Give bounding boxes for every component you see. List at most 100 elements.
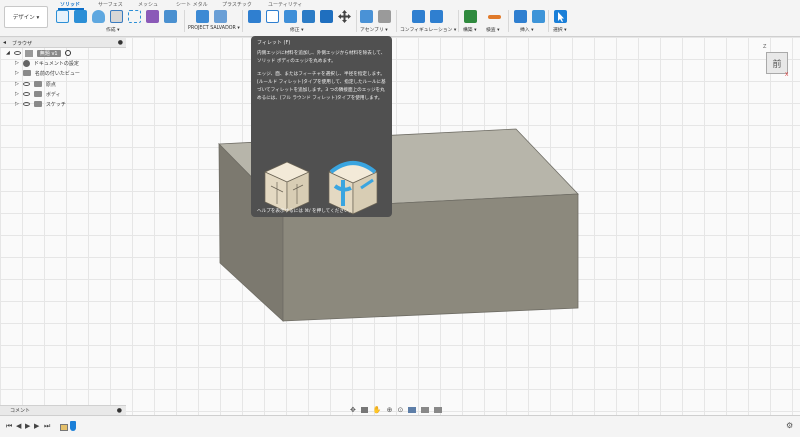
revolve-icon[interactable] (110, 10, 123, 23)
browser-item[interactable]: ▷ 名前の付いたビュー (0, 68, 126, 78)
toolbar-divider (548, 10, 549, 32)
settings-gear-icon (22, 59, 30, 67)
group-insert-label[interactable]: 挿入 ▾ (520, 26, 534, 33)
visibility-icon[interactable] (22, 102, 30, 106)
comments-panel[interactable]: コメント ● (0, 405, 126, 415)
browser-panel-header[interactable]: ◂ ブラウザ ● (0, 38, 126, 48)
go-to-end-icon[interactable]: ⏭ (44, 422, 50, 431)
play-icon[interactable]: ▶ (25, 422, 30, 430)
new-component-icon[interactable] (56, 10, 69, 23)
tab-sheet-metal[interactable]: シート メタル (176, 1, 208, 8)
visibility-icon[interactable] (13, 51, 21, 55)
active-radio-icon[interactable] (64, 50, 71, 56)
timeline-settings-gear-icon[interactable]: ⚙ (786, 421, 793, 430)
move-copy-icon[interactable] (338, 10, 351, 23)
browser-item-label: ドキュメントの設定 (33, 60, 79, 67)
timeline-feature-icon[interactable] (60, 424, 68, 431)
insert-derive-icon[interactable] (514, 10, 527, 23)
configure-rules-icon[interactable] (430, 10, 443, 23)
fillet-icon[interactable] (266, 10, 279, 23)
folder-icon (22, 70, 31, 76)
view-cube-front-face[interactable]: 前 (766, 52, 788, 74)
visibility-icon[interactable] (22, 92, 30, 96)
tooltip-description: 内側エッジに材料を追加し、外側エッジから材料を除去して、ソリッド ボディのエッジ… (257, 51, 386, 64)
timeline-marker[interactable] (70, 421, 76, 431)
tab-solid[interactable]: ソリッド (60, 1, 80, 8)
orbit-icon[interactable]: ✥ (350, 406, 356, 414)
expand-icon[interactable]: ▷ (15, 60, 19, 66)
offset-plane-icon[interactable] (464, 10, 477, 23)
group-select-label[interactable]: 選択 ▾ (553, 26, 567, 33)
pan-icon[interactable]: ✋ (373, 406, 382, 414)
browser-item[interactable]: ▷ ボディ (0, 89, 126, 99)
pin-icon[interactable]: ● (118, 39, 123, 46)
display-settings-icon[interactable] (408, 406, 417, 413)
browser-item-label: 原点 (45, 81, 56, 88)
combine-icon[interactable] (320, 10, 333, 23)
comments-label: コメント (10, 408, 31, 414)
go-to-start-icon[interactable]: ⏮ (6, 422, 12, 431)
group-create-label[interactable]: 作成 ▾ (106, 26, 120, 33)
toolbar-divider (242, 10, 243, 32)
expand-icon[interactable]: ▷ (15, 70, 19, 76)
loft-icon[interactable] (146, 10, 159, 23)
visibility-icon[interactable] (22, 82, 30, 86)
browser-item[interactable]: ▷ スケッチ (0, 99, 126, 109)
zoom-icon[interactable]: ⊕ (387, 406, 393, 414)
press-pull-icon[interactable] (248, 10, 261, 23)
toolbar-divider (396, 10, 397, 32)
toolbar-divider (356, 10, 357, 32)
tab-mesh[interactable]: メッシュ (138, 1, 158, 8)
automate-icon[interactable] (196, 10, 209, 23)
extrude-icon[interactable] (92, 10, 105, 23)
document-icon (24, 49, 33, 57)
timeline-bar: ⏮ ◀ ▶ ▶ ⏭ ⚙ (0, 415, 800, 437)
tab-utility[interactable]: ユーティリティ (268, 1, 302, 8)
axis-x-label: X (785, 72, 789, 78)
grid-settings-icon[interactable] (421, 406, 430, 413)
tooltip-help-hint: ヘルプを表示するには ⌘/ を押してください。 (257, 209, 354, 214)
toolbar: デザイン ▾ ソリッド サーフェス メッシュ シート メタル プラスチック ユー… (0, 0, 800, 37)
select-icon[interactable] (554, 10, 567, 23)
insert-canvas-icon[interactable] (532, 10, 545, 23)
fit-icon[interactable]: ⊙ (397, 406, 403, 414)
workspace-switcher[interactable]: デザイン ▾ (4, 6, 48, 28)
toolbar-divider (508, 10, 509, 32)
joint-icon[interactable] (378, 10, 391, 23)
group-inspect-label[interactable]: 検査 ▾ (486, 26, 500, 33)
chamfer-icon[interactable] (284, 10, 297, 23)
step-back-icon[interactable]: ◀ (16, 422, 21, 430)
shell-icon[interactable] (302, 10, 315, 23)
folder-icon (33, 101, 42, 107)
browser-root[interactable]: ◢ 無題 v1 (0, 48, 126, 58)
folder-icon (33, 91, 42, 97)
toolbar-divider (458, 10, 459, 32)
group-assemble-label[interactable]: アセンブリ ▾ (360, 26, 388, 33)
create-sketch-icon[interactable] (74, 10, 87, 23)
tab-plastic[interactable]: プラスチック (222, 1, 252, 8)
expand-icon[interactable]: ▷ (15, 91, 19, 97)
group-automate-label[interactable]: PROJECT SALVADOR ▾ (188, 26, 240, 31)
pattern-icon[interactable] (164, 10, 177, 23)
add-comment-icon[interactable]: ● (117, 407, 122, 414)
view-cube[interactable]: Z 前 X (763, 44, 789, 78)
expand-icon[interactable]: ▷ (15, 81, 19, 87)
measure-icon[interactable] (488, 15, 501, 19)
group-modify-label[interactable]: 修正 ▾ (290, 26, 304, 33)
tab-surface[interactable]: サーフェス (98, 1, 123, 8)
browser-item[interactable]: ▷ ドキュメントの設定 (0, 58, 126, 68)
viewport-settings-icon[interactable] (434, 406, 443, 413)
fillet-tooltip: フィレット (F) 内側エッジに材料を追加し、外側エッジから材料を除去して、ソリ… (251, 36, 392, 217)
configure-table-icon[interactable] (412, 10, 425, 23)
step-forward-icon[interactable]: ▶ (34, 422, 39, 430)
group-configure-label[interactable]: コンフィギュレーション ▾ (400, 26, 456, 33)
collapse-icon[interactable]: ◂ (3, 39, 6, 46)
look-at-icon[interactable] (360, 406, 368, 413)
group-construct-label[interactable]: 構築 ▾ (463, 26, 477, 33)
expand-icon[interactable]: ◢ (6, 50, 10, 56)
expand-icon[interactable]: ▷ (15, 101, 19, 107)
new-component-assembly-icon[interactable] (360, 10, 373, 23)
sweep-icon[interactable] (128, 10, 141, 23)
browser-item[interactable]: ▷ 原点 (0, 79, 126, 89)
automate-explore-icon[interactable] (214, 10, 227, 23)
